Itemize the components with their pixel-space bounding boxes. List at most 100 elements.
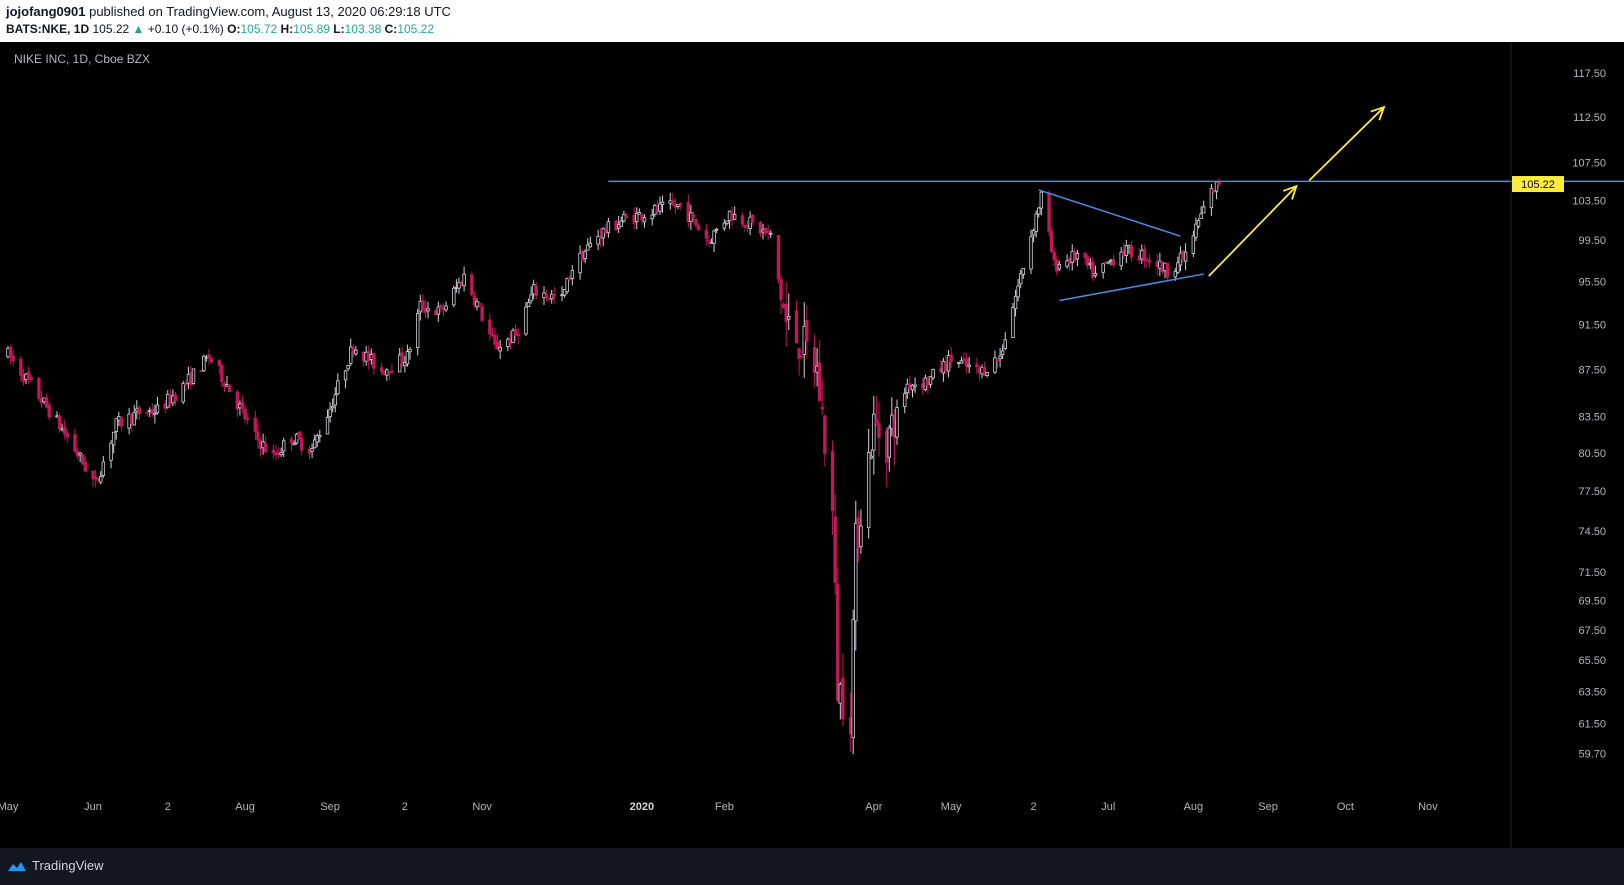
candle-body [769, 232, 773, 235]
y-tick-label: 59.70 [1578, 748, 1606, 760]
candle-body [913, 384, 917, 387]
y-tick-label: 77.50 [1578, 486, 1606, 498]
candle-body [866, 452, 871, 529]
candle-body [354, 349, 358, 355]
candle-body [658, 203, 662, 212]
candlestick-chart[interactable]: NIKE INC, 1D, Cboe BZX 105.22 117.50 112.… [0, 42, 1624, 848]
candle-body [330, 406, 335, 409]
symbol-label[interactable]: BATS:NKE, 1D [6, 22, 89, 36]
candle-body [516, 333, 520, 336]
candle-body [799, 355, 804, 358]
y-tick-label: 99.50 [1578, 235, 1606, 247]
candle-body [787, 316, 791, 320]
price-change: +0.10 (+0.1%) [147, 22, 224, 36]
low-label: L: [333, 22, 345, 36]
candle-body [333, 394, 337, 406]
candle-body [29, 377, 33, 381]
candle-body [1147, 259, 1152, 263]
x-tick-label: May [0, 801, 19, 813]
candle-body [766, 230, 770, 234]
x-tick-label: Apr [865, 801, 882, 813]
candle-body [37, 377, 41, 399]
candle-body [145, 411, 149, 414]
candle-body [217, 360, 222, 367]
chart-area[interactable]: NIKE INC, 1D, Cboe BZX 105.22 117.50 112.… [0, 42, 1624, 848]
publish-info: jojofang0901 published on TradingView.co… [6, 4, 451, 19]
candle-body [65, 432, 69, 438]
candle-body [650, 214, 654, 220]
candle-body [343, 370, 348, 381]
y-tick-label: 83.50 [1578, 411, 1606, 423]
candle-body [751, 214, 755, 223]
y-tick-label: 91.50 [1578, 319, 1606, 331]
x-tick-label: 2 [402, 801, 408, 813]
candle-body [62, 426, 67, 435]
candle-body [1037, 207, 1041, 215]
candle-body [240, 401, 245, 409]
candle-body [11, 355, 15, 362]
candle-body [379, 367, 384, 372]
candle-body [289, 438, 294, 443]
candle-body [173, 394, 178, 401]
candle-body [1165, 262, 1170, 278]
candle-body [480, 306, 484, 321]
candle-body [439, 305, 443, 309]
candle-body [931, 369, 935, 379]
y-tick-label: 65.50 [1578, 655, 1606, 667]
candle-body [405, 351, 410, 365]
candle-body [841, 677, 845, 720]
y-tick-label: 74.50 [1578, 526, 1606, 538]
candle-body [150, 409, 155, 414]
candle-body [101, 461, 106, 476]
candle-body [1075, 252, 1080, 260]
candle-body [588, 242, 593, 248]
candle-body [1111, 259, 1116, 266]
candle-body [408, 348, 412, 353]
candle-body [877, 423, 881, 438]
candle-body [1057, 263, 1062, 270]
candle-body [1217, 181, 1221, 185]
candle-body [712, 230, 716, 244]
candle-body [691, 214, 696, 218]
candle-body [114, 418, 118, 432]
candle-body [452, 287, 456, 306]
author-name[interactable]: jojofang0901 [6, 4, 85, 19]
candle-body [346, 364, 350, 370]
candle-body [1183, 251, 1188, 262]
candle-body [83, 461, 88, 472]
candle-body [470, 274, 474, 296]
candle-body [488, 319, 492, 335]
candle-body [253, 417, 258, 432]
candle-body [1049, 230, 1054, 253]
candle-body [400, 352, 404, 365]
last-price: 105.22 [92, 22, 130, 36]
candle-body [1019, 273, 1023, 285]
candle-body [426, 308, 430, 312]
x-tick-label: Feb [715, 801, 734, 813]
x-tick-label: 2 [165, 801, 171, 813]
x-tick-label: 2 [1031, 801, 1037, 813]
candle-body [209, 357, 214, 363]
candle-body [416, 312, 420, 348]
y-tick-label: 61.50 [1578, 718, 1606, 730]
footer [0, 848, 1624, 885]
low-value: 103.38 [344, 22, 382, 36]
candle-body [1034, 213, 1038, 232]
candle-body [1039, 191, 1044, 209]
tradingview-logo[interactable]: TradingView [6, 858, 104, 873]
x-tick-label: Jul [1101, 801, 1115, 813]
candle-body [282, 440, 286, 452]
candle-body [949, 354, 953, 362]
price-tag-label: 105.22 [1521, 179, 1555, 191]
candle-body [836, 584, 840, 701]
candle-body [119, 417, 124, 427]
candle-body [1000, 350, 1005, 355]
candle-body [1129, 245, 1134, 258]
candle-body [153, 412, 157, 416]
candle-body [390, 370, 394, 373]
candle-body [1201, 206, 1206, 214]
candle-body [109, 442, 113, 461]
candle-body [372, 352, 376, 369]
y-tick-label: 117.50 [1573, 68, 1606, 80]
candle-body [714, 228, 719, 231]
